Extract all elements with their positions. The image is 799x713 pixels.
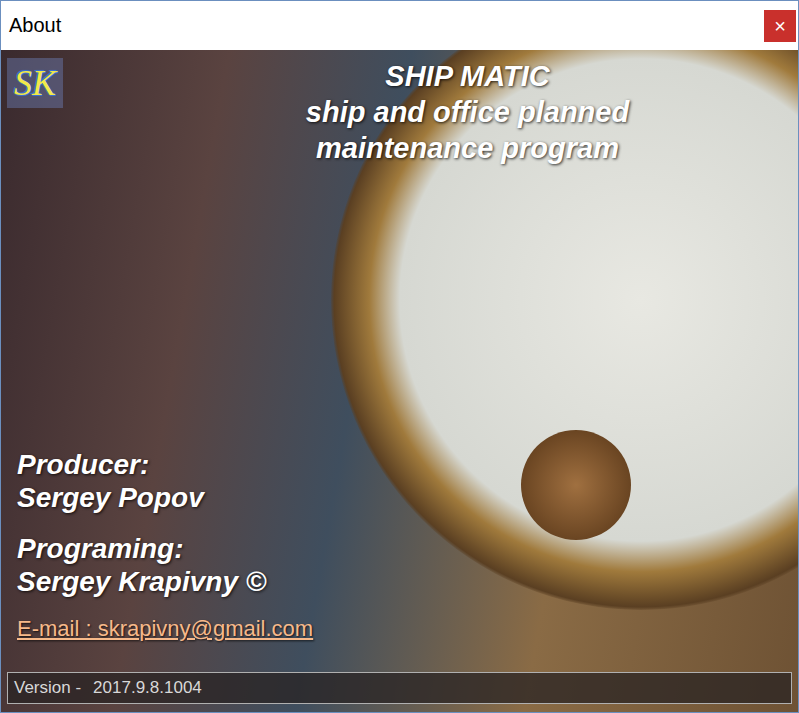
program-heading: SHIP MATICship and office plannedmainten… bbox=[63, 58, 792, 166]
sk-logo: SK bbox=[7, 58, 63, 108]
lever-shape bbox=[521, 430, 631, 540]
credit-name: Sergey Popov bbox=[17, 481, 792, 514]
credits: Producer:Sergey Popov Programing:Sergey K… bbox=[7, 448, 792, 642]
credit-entry: Producer:Sergey Popov bbox=[17, 448, 792, 514]
version-value: 2017.9.8.1004 bbox=[93, 678, 202, 698]
credit-name: Sergey Krapivny © bbox=[17, 565, 792, 598]
version-label: Version - bbox=[14, 678, 81, 698]
email-link[interactable]: E-mail : skrapivny@gmail.com bbox=[17, 616, 792, 642]
version-bar: Version - 2017.9.8.1004 bbox=[7, 672, 792, 704]
credit-entry: Programing:Sergey Krapivny © bbox=[17, 532, 792, 598]
window-title: About bbox=[9, 14, 61, 37]
heading-line: ship and office planned bbox=[143, 94, 792, 130]
heading-line: maintenance program bbox=[143, 130, 792, 166]
heading-line: SHIP MATIC bbox=[143, 58, 792, 94]
about-window: About×SKSHIP MATICship and office planne… bbox=[0, 0, 799, 713]
credit-label: Producer: bbox=[17, 448, 792, 481]
title-bar: About × bbox=[1, 1, 798, 50]
close-button[interactable]: × bbox=[764, 10, 796, 42]
about-panel: SKSHIP MATICship and office plannedmaint… bbox=[1, 50, 798, 712]
credit-label: Programing: bbox=[17, 532, 792, 565]
